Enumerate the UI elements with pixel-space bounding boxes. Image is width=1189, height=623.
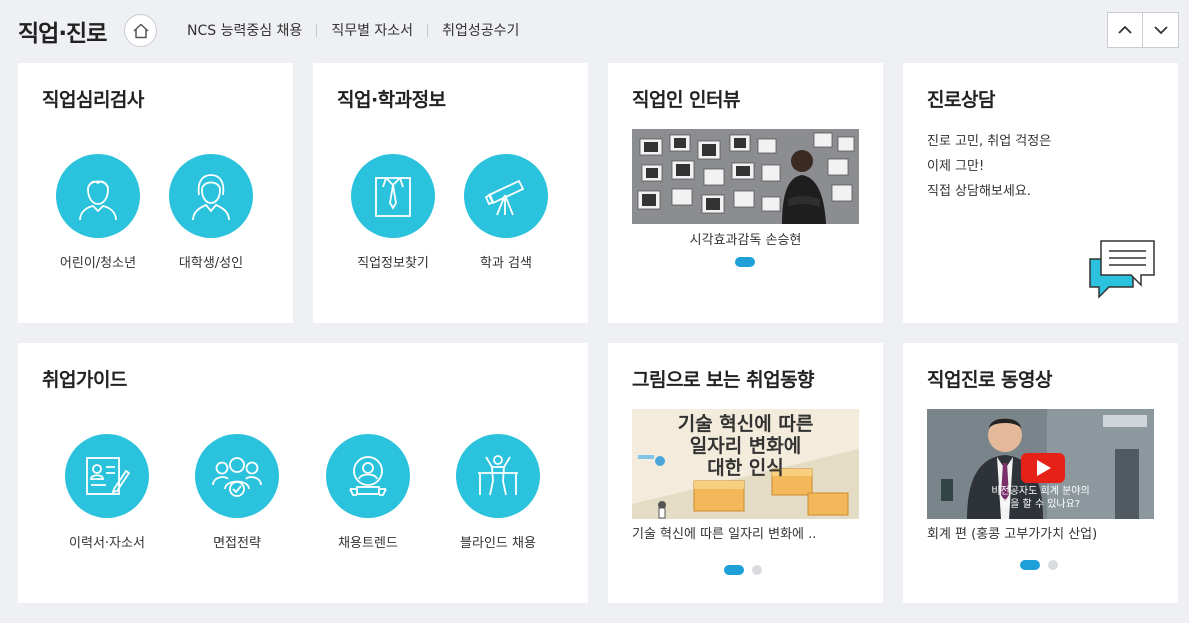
nav-divider	[316, 23, 318, 37]
overlay-line: 일을 할 수 있나요?	[1000, 499, 1081, 510]
item-label: 면접전략	[213, 536, 261, 551]
pagination-dot-active[interactable]	[735, 257, 755, 267]
infographic-headline: 기술 혁신에 따른 일자리 변화에 대한 인식	[632, 413, 859, 479]
finish-line-icon	[456, 434, 540, 518]
card-job-guide: 취업가이드 이력서·자소서 면접전략 채용트렌드 블라인드 채용	[18, 343, 588, 603]
card-career-video: 직업진로 동영상 비전공자도 회계 분야의 일을 할 수 있나요? 회계 편 (…	[903, 343, 1178, 603]
interview-thumbnail[interactable]	[632, 129, 859, 224]
item-label: 이력서·자소서	[69, 536, 145, 551]
interview-pagination	[735, 257, 763, 267]
dept-search[interactable]: 학과 검색	[451, 154, 561, 271]
card-title: 진로상담	[927, 89, 995, 111]
scroll-down-button[interactable]	[1143, 12, 1179, 48]
chevron-up-icon	[1118, 25, 1132, 34]
pagination-dot-active[interactable]	[1020, 560, 1040, 570]
telescope-icon	[464, 154, 548, 238]
chevron-down-icon	[1153, 26, 1168, 35]
psych-child-youth[interactable]: 어린이/청소년	[43, 154, 153, 271]
home-button[interactable]	[124, 14, 157, 47]
card-title: 직업심리검사	[42, 89, 144, 111]
interview-caption: 시각효과감독 손승현	[689, 233, 802, 248]
counsel-line: 이제 그만!	[927, 159, 985, 174]
trend-caption: 기술 혁신에 따른 일자리 변화에 ..	[632, 527, 817, 542]
counsel-description: 진로 고민, 취업 걱정은 이제 그만! 직접 상담해보세요.	[927, 129, 1051, 204]
section-arrows	[1107, 12, 1179, 48]
card-title: 직업진로 동영상	[927, 369, 1052, 391]
guide-blind-hiring[interactable]: 블라인드 채용	[443, 434, 553, 551]
item-label: 블라인드 채용	[460, 536, 536, 551]
video-thumbnail[interactable]: 비전공자도 회계 분야의 일을 할 수 있나요?	[927, 409, 1154, 519]
trend-thumbnail[interactable]: 기술 혁신에 따른 일자리 변화에 대한 인식	[632, 409, 859, 519]
person-badge-icon	[326, 434, 410, 518]
page-title: 직업·진로	[18, 21, 107, 47]
nav-link-job-essay[interactable]: 직무별 자소서	[331, 20, 413, 40]
card-title: 그림으로 보는 취업동향	[632, 369, 815, 391]
adult-avatar-icon	[169, 154, 253, 238]
chat-bubble-icon	[1089, 240, 1155, 299]
card-title: 취업가이드	[42, 369, 127, 391]
overlay-line: 비전공자도 회계 분야의	[991, 486, 1090, 497]
sub-nav: NCS 능력중심 채용 직무별 자소서 취업성공수기	[187, 20, 519, 40]
counsel-line: 진로 고민, 취업 걱정은	[927, 134, 1052, 149]
pagination-dot[interactable]	[752, 565, 762, 575]
scroll-up-button[interactable]	[1107, 12, 1143, 48]
headline-line: 일자리 변화에	[689, 435, 802, 457]
trend-pagination	[724, 565, 770, 575]
card-title: 직업인 인터뷰	[632, 89, 741, 111]
item-label: 학과 검색	[480, 256, 532, 271]
psych-student-adult[interactable]: 대학생/성인	[156, 154, 266, 271]
card-job-interview: 직업인 인터뷰 시각효과감독 손승현	[608, 63, 883, 323]
pagination-dot-active[interactable]	[724, 565, 744, 575]
guide-interview-strategy[interactable]: 면접전략	[182, 434, 292, 551]
video-caption: 회계 편 (홍콩 고부가가치 산업)	[927, 527, 1098, 542]
headline-line: 대한 인식	[707, 457, 784, 479]
home-icon	[132, 23, 149, 38]
card-psych-test: 직업심리검사 어린이/청소년 대학생/성인	[18, 63, 293, 323]
card-job-dept-info: 직업·학과정보 직업정보찾기 학과 검색	[313, 63, 588, 323]
nav-divider	[427, 23, 429, 37]
headline-line: 기술 혁신에 따른	[677, 413, 814, 435]
group-check-icon	[195, 434, 279, 518]
counsel-line: 직접 상담해보세요.	[927, 184, 1031, 199]
resume-icon	[65, 434, 149, 518]
item-label: 대학생/성인	[178, 256, 244, 271]
top-bar: 직업·진로 NCS 능력중심 채용 직무별 자소서 취업성공수기	[0, 0, 1189, 62]
video-overlay-text: 비전공자도 회계 분야의 일을 할 수 있나요?	[927, 485, 1154, 511]
job-info-search[interactable]: 직업정보찾기	[338, 154, 448, 271]
item-label: 직업정보찾기	[357, 256, 429, 271]
item-label: 어린이/청소년	[59, 256, 137, 271]
item-label: 채용트렌드	[338, 536, 398, 551]
card-title: 직업·학과정보	[337, 89, 446, 111]
card-job-trend-infographic: 그림으로 보는 취업동향 기술 혁신에 따른 일자리 변화에 대한 인식 기술 …	[608, 343, 883, 603]
card-career-counsel[interactable]: 진로상담 진로 고민, 취업 걱정은 이제 그만! 직접 상담해보세요.	[903, 63, 1178, 323]
guide-hiring-trend[interactable]: 채용트렌드	[313, 434, 423, 551]
guide-resume[interactable]: 이력서·자소서	[52, 434, 162, 551]
shirt-tie-icon	[351, 154, 435, 238]
nav-link-ncs[interactable]: NCS 능력중심 채용	[187, 20, 302, 40]
nav-link-success-stories[interactable]: 취업성공수기	[442, 20, 519, 40]
pagination-dot[interactable]	[1048, 560, 1058, 570]
child-avatar-icon	[56, 154, 140, 238]
video-pagination	[1020, 560, 1066, 570]
